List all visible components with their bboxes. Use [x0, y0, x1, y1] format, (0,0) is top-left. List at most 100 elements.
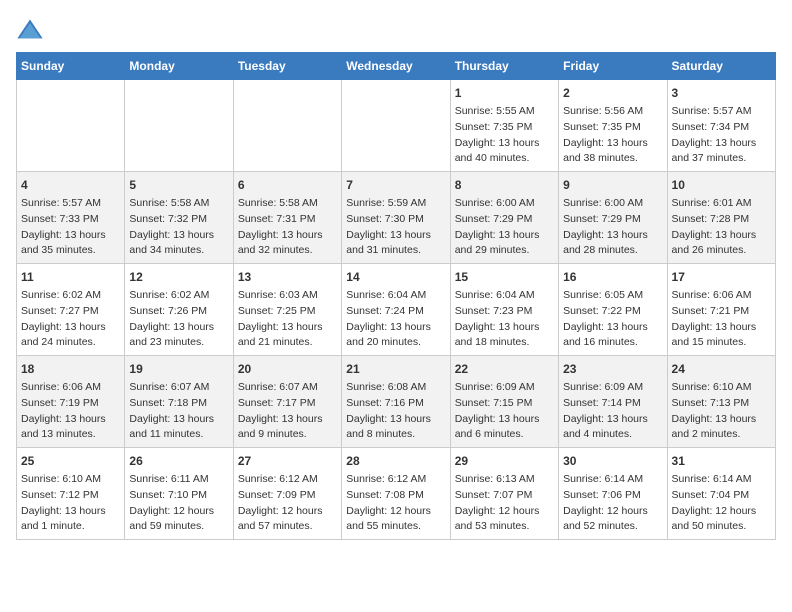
calendar-header-row: SundayMondayTuesdayWednesdayThursdayFrid…	[17, 53, 776, 80]
day-info: Daylight: 12 hours	[346, 504, 445, 520]
day-info: Sunset: 7:34 PM	[672, 120, 771, 136]
day-info: Sunset: 7:30 PM	[346, 212, 445, 228]
day-info: and 16 minutes.	[563, 335, 662, 351]
header-thursday: Thursday	[450, 53, 558, 80]
day-info: Sunset: 7:27 PM	[21, 304, 120, 320]
day-info: Sunset: 7:16 PM	[346, 396, 445, 412]
day-info: Sunset: 7:35 PM	[455, 120, 554, 136]
day-number: 20	[238, 360, 337, 378]
day-info: Daylight: 13 hours	[455, 412, 554, 428]
calendar-table: SundayMondayTuesdayWednesdayThursdayFrid…	[16, 52, 776, 540]
day-info: and 32 minutes.	[238, 243, 337, 259]
logo	[16, 16, 48, 44]
day-info: and 37 minutes.	[672, 151, 771, 167]
day-info: Sunrise: 5:56 AM	[563, 104, 662, 120]
day-number: 10	[672, 176, 771, 194]
day-info: Sunset: 7:09 PM	[238, 488, 337, 504]
calendar-cell: 7Sunrise: 5:59 AMSunset: 7:30 PMDaylight…	[342, 172, 450, 264]
day-info: Sunrise: 5:57 AM	[672, 104, 771, 120]
day-info: and 38 minutes.	[563, 151, 662, 167]
day-info: Sunset: 7:14 PM	[563, 396, 662, 412]
calendar-cell: 10Sunrise: 6:01 AMSunset: 7:28 PMDayligh…	[667, 172, 775, 264]
day-number: 9	[563, 176, 662, 194]
calendar-cell: 6Sunrise: 5:58 AMSunset: 7:31 PMDaylight…	[233, 172, 341, 264]
day-info: Sunset: 7:29 PM	[563, 212, 662, 228]
calendar-cell: 28Sunrise: 6:12 AMSunset: 7:08 PMDayligh…	[342, 448, 450, 540]
calendar-cell: 8Sunrise: 6:00 AMSunset: 7:29 PMDaylight…	[450, 172, 558, 264]
calendar-cell: 26 Sunrise: 6:11 AMSunset: 7:10 PMDayligh…	[125, 448, 233, 540]
day-info: Daylight: 13 hours	[21, 412, 120, 428]
calendar-cell: 21 Sunrise: 6:08 AMSunset: 7:16 PMDayligh…	[342, 356, 450, 448]
day-number: 22	[455, 360, 554, 378]
day-info: Sunrise: 6:03 AM	[238, 288, 337, 304]
day-info: Sunset: 7:24 PM	[346, 304, 445, 320]
day-info: Sunrise: 6:10 AM	[672, 380, 771, 396]
day-number: 8	[455, 176, 554, 194]
day-info: Daylight: 13 hours	[672, 136, 771, 152]
day-info: and 13 minutes.	[21, 427, 120, 443]
day-info: and 20 minutes.	[346, 335, 445, 351]
day-info: Daylight: 13 hours	[129, 412, 228, 428]
day-number: 23	[563, 360, 662, 378]
day-info: Sunset: 7:15 PM	[455, 396, 554, 412]
day-number: 5	[129, 176, 228, 194]
day-info: Sunset: 7:06 PM	[563, 488, 662, 504]
day-info: Sunrise: 6:08 AM	[346, 380, 445, 396]
day-number: 26	[129, 452, 228, 470]
header-monday: Monday	[125, 53, 233, 80]
day-info: Sunrise: 6:04 AM	[346, 288, 445, 304]
calendar-cell	[125, 80, 233, 172]
calendar-cell: 11Sunrise: 6:02 AMSunset: 7:27 PMDayligh…	[17, 264, 125, 356]
day-info: Sunrise: 6:00 AM	[455, 196, 554, 212]
day-info: and 57 minutes.	[238, 519, 337, 535]
day-info: Sunrise: 6:14 AM	[672, 472, 771, 488]
day-info: Sunrise: 5:59 AM	[346, 196, 445, 212]
day-info: Sunrise: 6:14 AM	[563, 472, 662, 488]
day-info: and 40 minutes.	[455, 151, 554, 167]
calendar-cell: 23Sunrise: 6:09 AMSunset: 7:14 PMDayligh…	[559, 356, 667, 448]
calendar-cell: 22Sunrise: 6:09 AMSunset: 7:15 PMDayligh…	[450, 356, 558, 448]
day-number: 2	[563, 84, 662, 102]
day-info: Sunset: 7:10 PM	[129, 488, 228, 504]
calendar-cell: 27Sunrise: 6:12 AMSunset: 7:09 PMDayligh…	[233, 448, 341, 540]
header-wednesday: Wednesday	[342, 53, 450, 80]
calendar-week-row: 4Sunrise: 5:57 AMSunset: 7:33 PMDaylight…	[17, 172, 776, 264]
day-number: 6	[238, 176, 337, 194]
day-info: Daylight: 13 hours	[21, 504, 120, 520]
calendar-cell: 4Sunrise: 5:57 AMSunset: 7:33 PMDaylight…	[17, 172, 125, 264]
calendar-week-row: 1Sunrise: 5:55 AMSunset: 7:35 PMDaylight…	[17, 80, 776, 172]
day-info: Sunrise: 6:12 AM	[346, 472, 445, 488]
day-info: and 59 minutes.	[129, 519, 228, 535]
day-info: and 4 minutes.	[563, 427, 662, 443]
calendar-cell: 9Sunrise: 6:00 AMSunset: 7:29 PMDaylight…	[559, 172, 667, 264]
day-info: and 6 minutes.	[455, 427, 554, 443]
day-info: Sunset: 7:31 PM	[238, 212, 337, 228]
calendar-cell: 30Sunrise: 6:14 AMSunset: 7:06 PMDayligh…	[559, 448, 667, 540]
day-info: and 50 minutes.	[672, 519, 771, 535]
day-info: Sunrise: 6:13 AM	[455, 472, 554, 488]
day-info: Sunset: 7:33 PM	[21, 212, 120, 228]
day-info: Daylight: 13 hours	[455, 320, 554, 336]
day-info: Daylight: 12 hours	[129, 504, 228, 520]
day-info: and 9 minutes.	[238, 427, 337, 443]
logo-icon	[16, 16, 44, 44]
day-info: Daylight: 13 hours	[563, 412, 662, 428]
day-number: 30	[563, 452, 662, 470]
day-number: 12	[129, 268, 228, 286]
day-info: and 31 minutes.	[346, 243, 445, 259]
day-info: Daylight: 13 hours	[238, 412, 337, 428]
calendar-cell	[342, 80, 450, 172]
day-info: Daylight: 13 hours	[21, 228, 120, 244]
day-info: Sunrise: 6:01 AM	[672, 196, 771, 212]
header-tuesday: Tuesday	[233, 53, 341, 80]
day-info: Sunrise: 6:07 AM	[129, 380, 228, 396]
day-info: Sunset: 7:29 PM	[455, 212, 554, 228]
day-info: Sunrise: 6:05 AM	[563, 288, 662, 304]
day-info: Sunrise: 6:11 AM	[129, 472, 228, 488]
day-info: Daylight: 13 hours	[238, 320, 337, 336]
day-info: and 24 minutes.	[21, 335, 120, 351]
calendar-week-row: 11Sunrise: 6:02 AMSunset: 7:27 PMDayligh…	[17, 264, 776, 356]
day-info: and 21 minutes.	[238, 335, 337, 351]
day-number: 21	[346, 360, 445, 378]
day-info: Daylight: 13 hours	[346, 412, 445, 428]
